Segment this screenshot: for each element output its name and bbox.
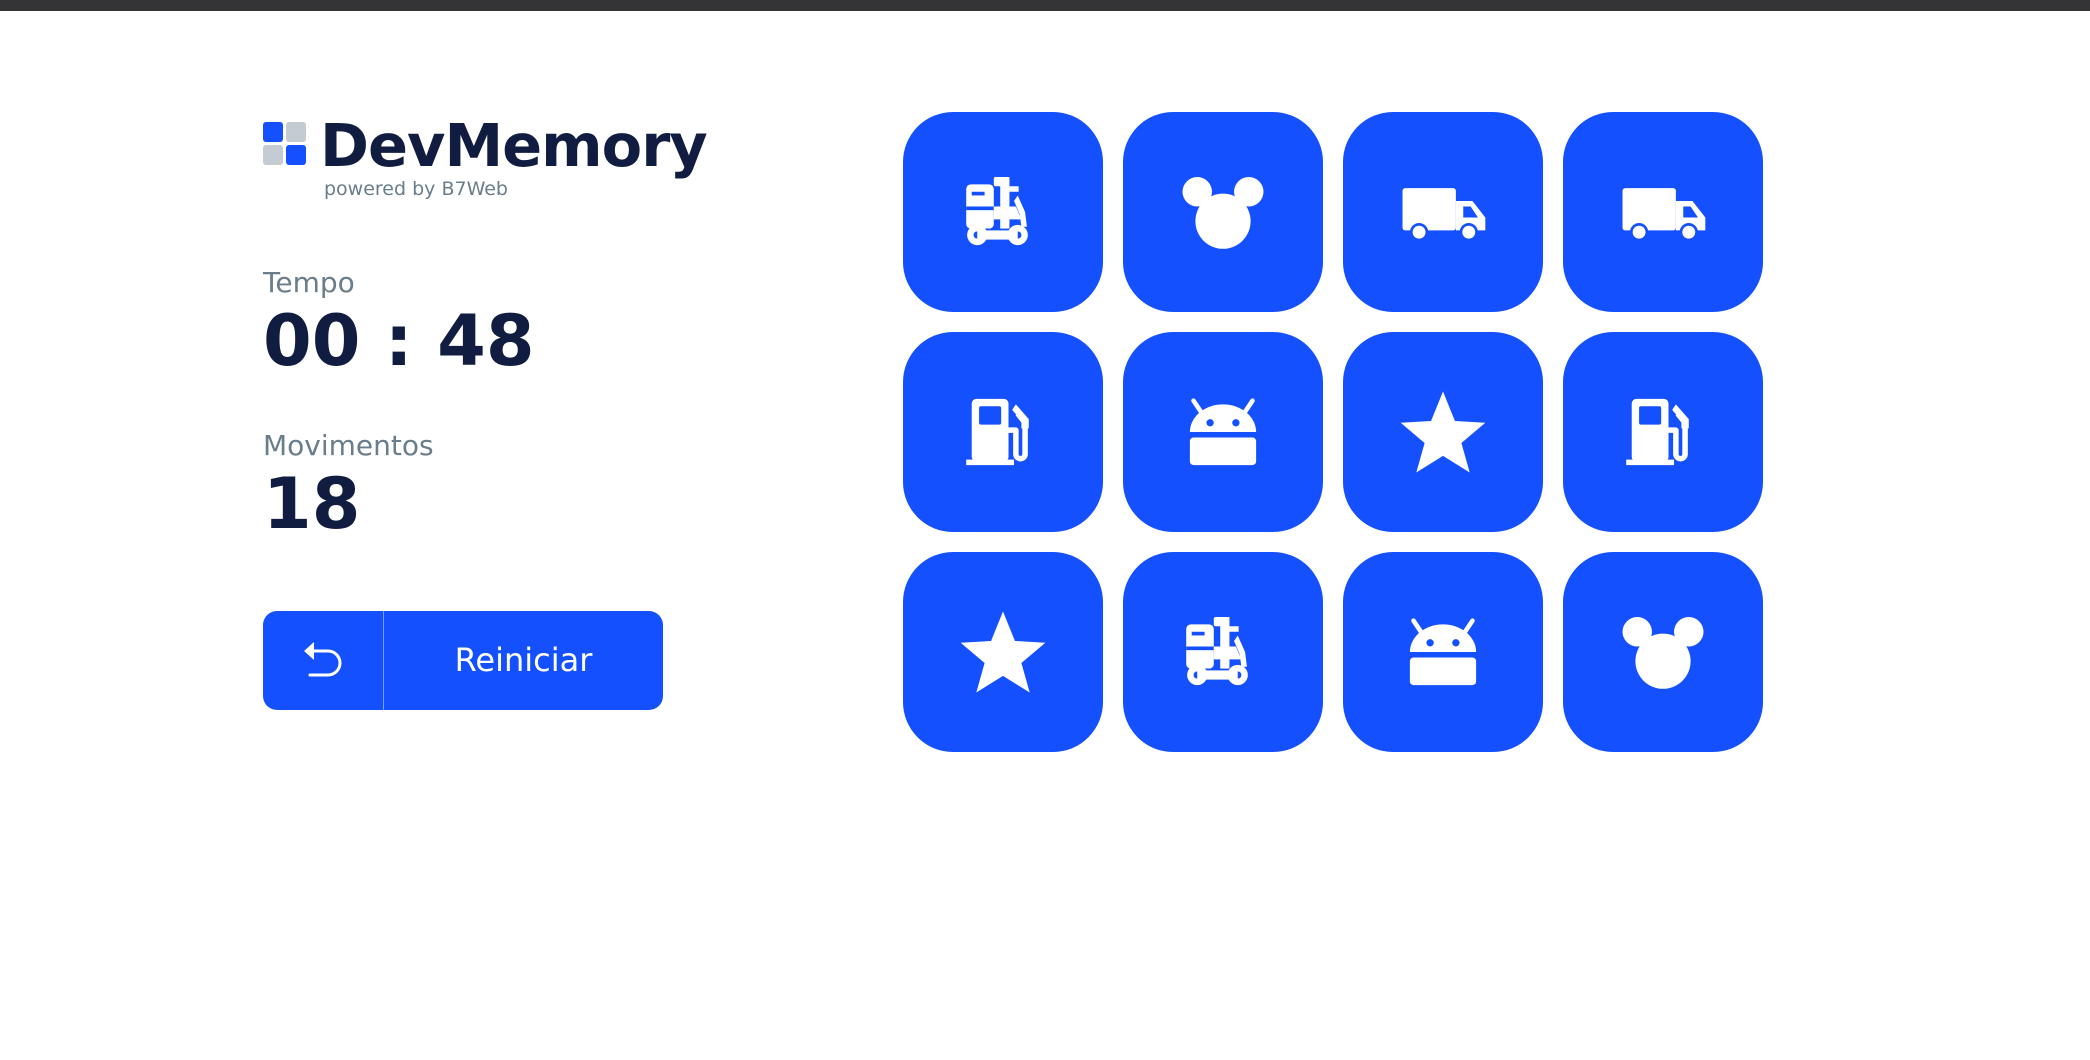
restart-button[interactable]: Reiniciar	[263, 611, 663, 710]
mouse-ears-icon	[1617, 606, 1709, 698]
time-value: 00 : 48	[263, 300, 535, 382]
fuel-pump-icon	[957, 386, 1049, 478]
star-icon	[957, 606, 1049, 698]
card-grid	[903, 112, 1763, 752]
logo-mark-icon	[263, 122, 307, 166]
memory-card[interactable]	[1563, 332, 1763, 532]
star-icon	[1397, 386, 1489, 478]
memory-card[interactable]	[1563, 552, 1763, 752]
memory-card[interactable]	[903, 112, 1103, 312]
memory-card[interactable]	[1123, 112, 1323, 312]
android-icon	[1177, 386, 1269, 478]
memory-card[interactable]	[1563, 112, 1763, 312]
logo: DevMemory powered by B7Web	[263, 109, 708, 200]
memory-card[interactable]	[903, 552, 1103, 752]
memory-card[interactable]	[1123, 552, 1323, 752]
android-icon	[1397, 606, 1489, 698]
memory-card[interactable]	[1343, 332, 1543, 532]
moves-label: Movimentos	[263, 429, 434, 462]
forklift-icon	[957, 166, 1049, 258]
fuel-pump-icon	[1617, 386, 1709, 478]
truck-icon	[1617, 166, 1709, 258]
info-panel: DevMemory powered by B7Web Tempo 00 : 48…	[263, 109, 708, 710]
game-page: DevMemory powered by B7Web Tempo 00 : 48…	[0, 11, 2090, 1060]
memory-card[interactable]	[1343, 112, 1543, 312]
moves-stat: Movimentos 18	[263, 429, 434, 545]
undo-icon	[263, 611, 384, 710]
memory-card[interactable]	[1123, 332, 1323, 532]
app-title: DevMemory	[320, 111, 708, 180]
memory-card[interactable]	[903, 332, 1103, 532]
app-subtitle: powered by B7Web	[324, 178, 508, 200]
truck-icon	[1397, 166, 1489, 258]
time-label: Tempo	[263, 266, 355, 299]
moves-value: 18	[263, 463, 361, 545]
mouse-ears-icon	[1177, 166, 1269, 258]
forklift-icon	[1177, 606, 1269, 698]
time-stat: Tempo 00 : 48	[263, 266, 535, 382]
restart-label: Reiniciar	[454, 641, 593, 679]
window-top-bar	[0, 0, 2090, 11]
memory-card[interactable]	[1343, 552, 1543, 752]
